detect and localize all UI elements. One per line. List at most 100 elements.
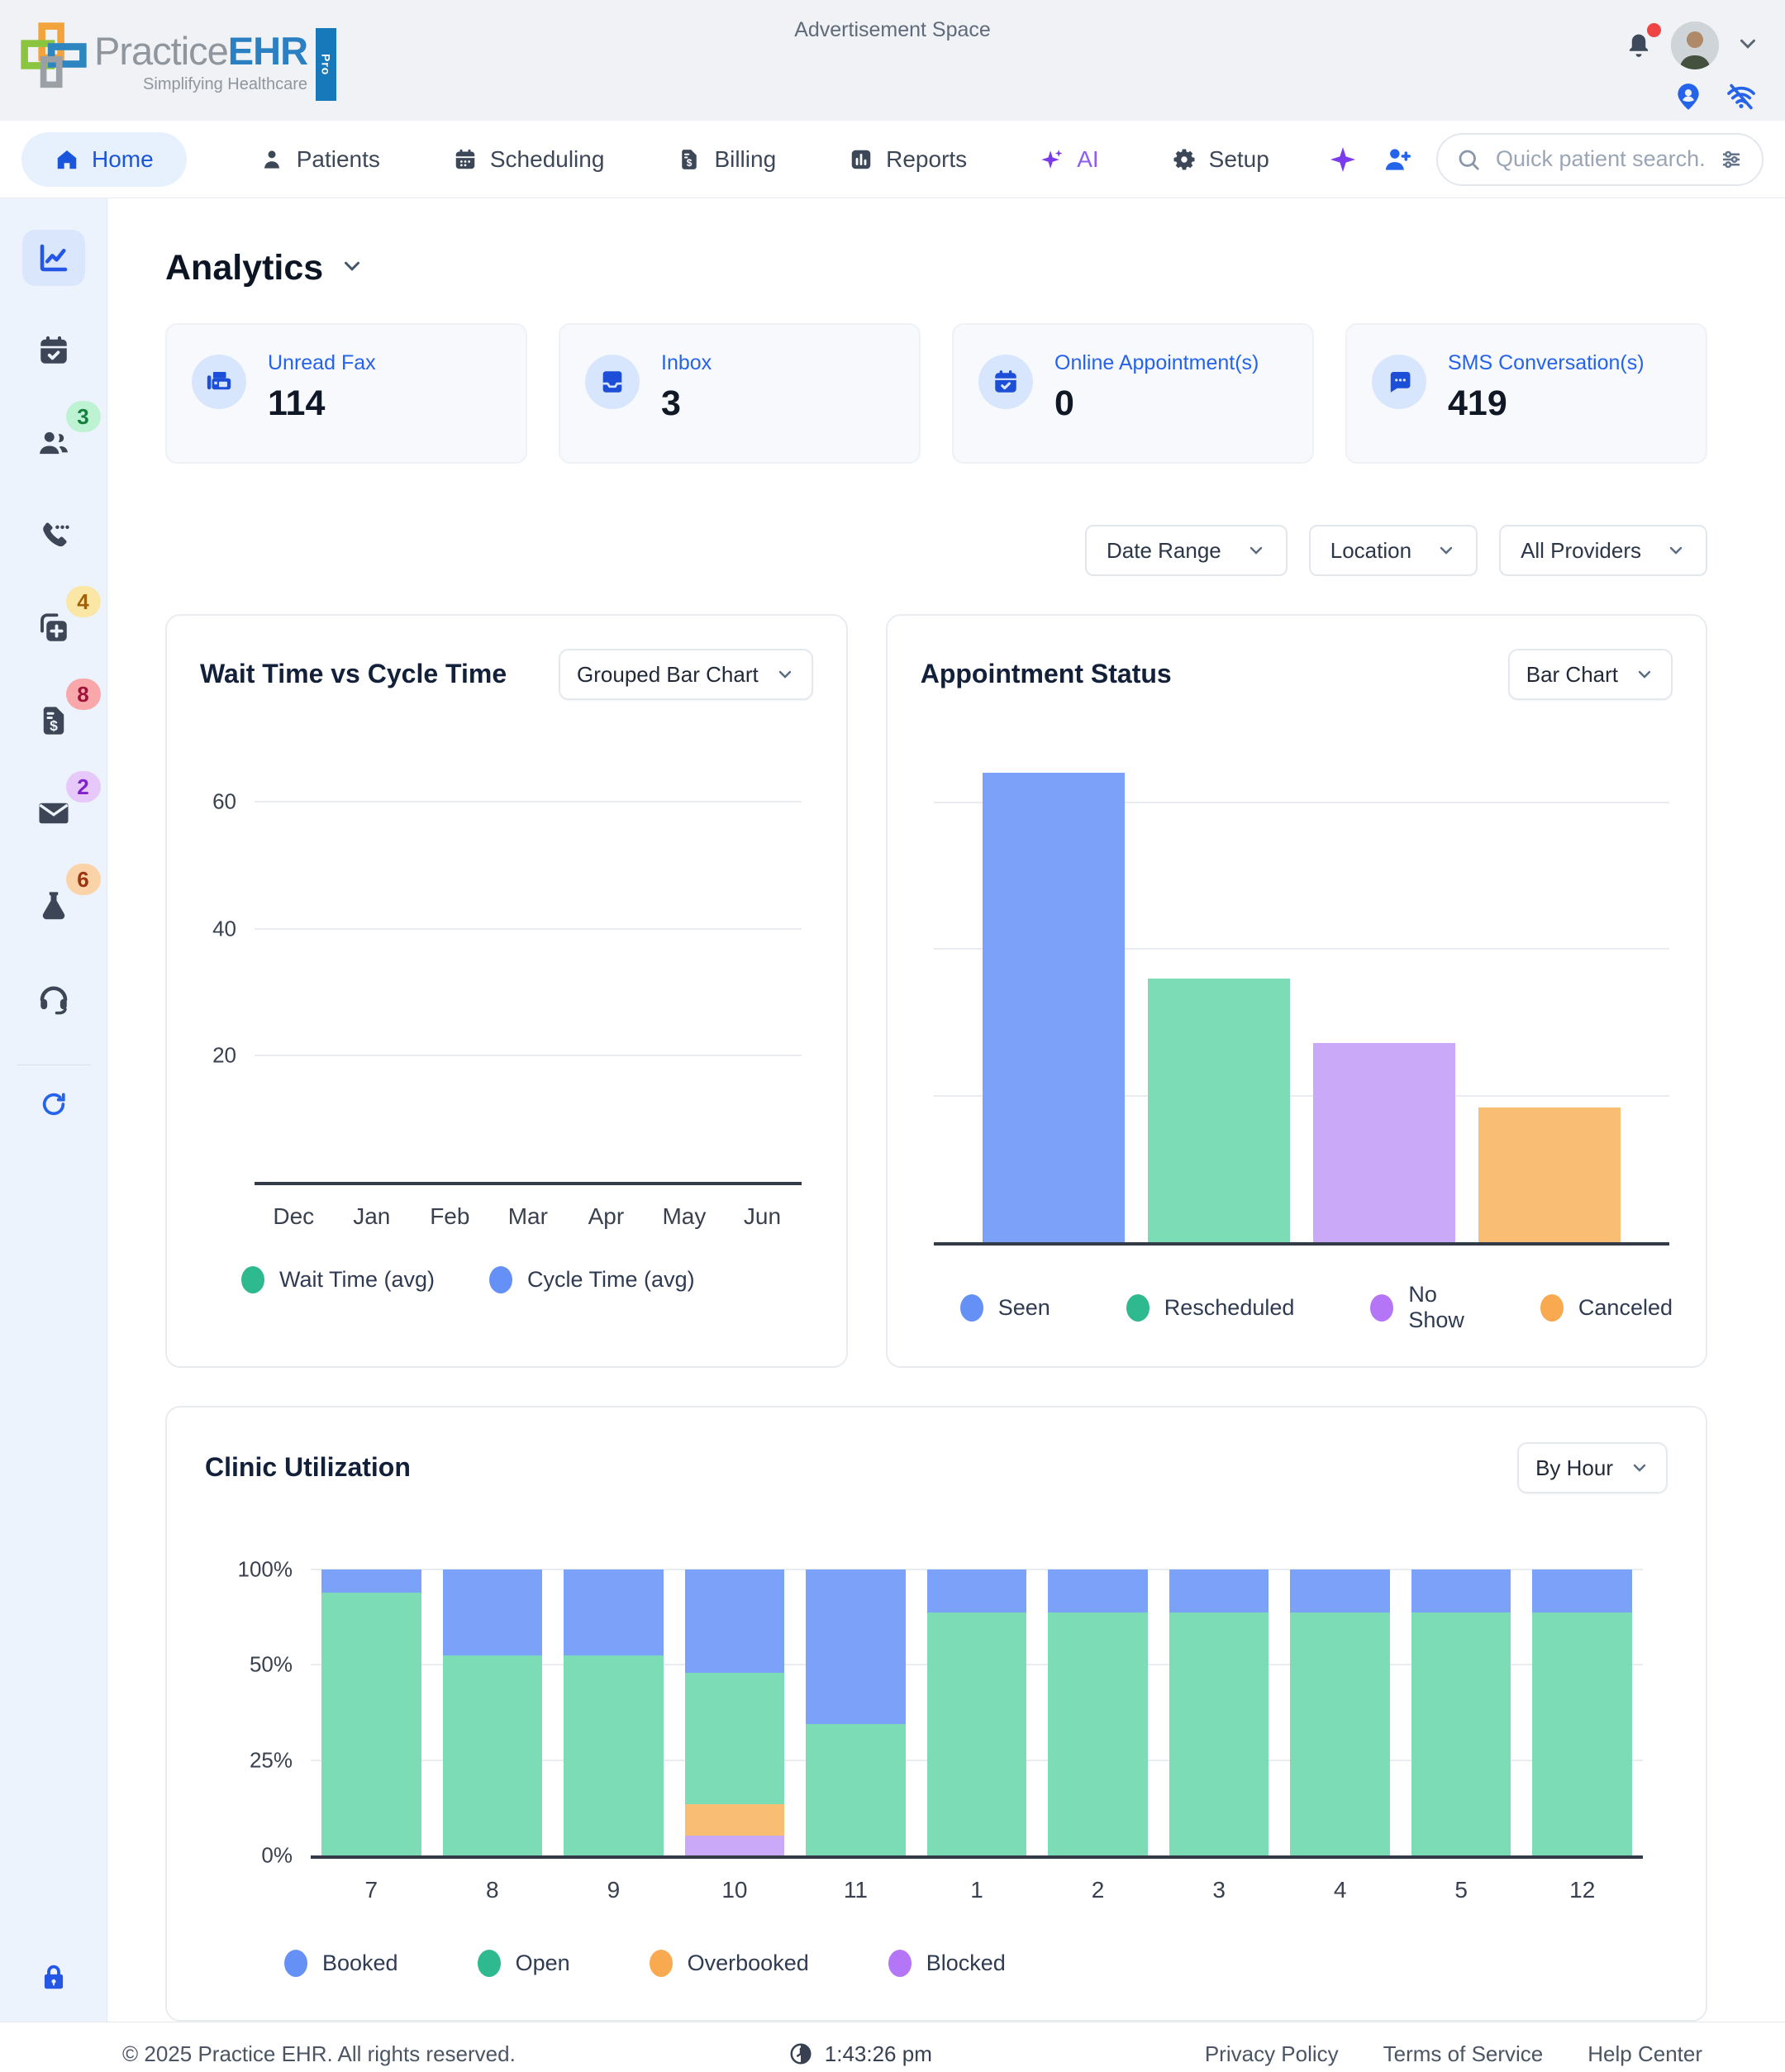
segment-open [927,1612,1027,1855]
bars-area [311,1569,1643,1855]
title-chevron-down-icon[interactable] [340,254,364,283]
segment-open [806,1724,906,1855]
segment-open [1169,1612,1269,1855]
patient-icon [259,147,284,172]
clinic-utilization-view-select[interactable]: By Hour [1517,1442,1668,1493]
stacked-bar-3 [1169,1569,1269,1855]
sidebar-item-calls[interactable] [22,507,85,564]
main-content: Analytics Unread Fax 114 [107,198,1785,2022]
appointment-status-view-select[interactable]: Bar Chart [1508,649,1673,700]
refresh-icon[interactable] [40,1090,68,1122]
nav-item-home[interactable]: Home [21,132,187,187]
nav-item-patients[interactable]: Patients [259,146,380,173]
nav-item-ai[interactable]: AI [1040,146,1098,173]
logo-text-ehr: EHR [228,29,307,73]
select-value: By Hour [1535,1455,1613,1481]
segment-booked [1290,1569,1390,1612]
practice-ehr-dashboard: Advertisement Space PracticeEHR Simplify… [0,0,1785,2072]
legend-item: No Show [1370,1282,1464,1333]
stat-label: Inbox [661,351,712,375]
wifi-off-icon[interactable] [1726,81,1757,112]
stacked-bar-12 [1532,1569,1632,1855]
segment-booked [1532,1569,1632,1612]
location-person-pin-icon[interactable] [1673,81,1704,112]
location-filter[interactable]: Location [1309,525,1478,576]
nav-label: Setup [1209,146,1269,173]
nav-label: Scheduling [490,146,605,173]
providers-filter[interactable]: All Providers [1499,525,1707,576]
notifications-bell-icon[interactable] [1623,28,1654,64]
pro-badge: Pro [316,28,336,101]
nav-label: AI [1077,146,1098,173]
x-tick-label: Feb [411,1203,489,1230]
sidebar-item-labs[interactable]: 6 [22,878,85,934]
segment-booked [685,1569,785,1673]
chevron-down-icon [1635,664,1654,684]
stat-value: 0 [1054,383,1259,424]
stat-card-online-appointments[interactable]: Online Appointment(s) 0 [952,323,1314,464]
chart-title: Clinic Utilization [205,1452,411,1483]
chart-title: Wait Time vs Cycle Time [200,659,507,689]
stat-value: 3 [661,383,712,424]
segment-booked [564,1569,664,1655]
nav-item-scheduling[interactable]: Scheduling [453,146,605,173]
date-range-filter[interactable]: Date Range [1085,525,1288,576]
legend-item: Wait Time (avg) [241,1266,435,1293]
brand-logo[interactable]: PracticeEHR Simplifying Healthcare Pro [18,20,336,101]
nav-item-setup[interactable]: Setup [1172,146,1269,173]
lock-icon[interactable] [38,1961,69,1997]
help-center-link[interactable]: Help Center [1587,2041,1702,2067]
stat-card-inbox[interactable]: Inbox 3 [559,323,921,464]
ai-sparkle-icon [1040,147,1064,172]
svg-text:$: $ [687,157,693,169]
search-input[interactable] [1494,145,1706,173]
stacked-bar-1 [927,1569,1027,1855]
sidebar-item-prescriptions[interactable]: 4 [22,600,85,656]
legend-dot [284,1950,307,1977]
add-patient-icon[interactable] [1382,144,1413,175]
legend-dot [888,1950,912,1977]
header-right-cluster [1623,21,1760,112]
ai-assistant-sparkle-icon[interactable] [1327,144,1359,175]
nav-item-reports[interactable]: Reports [849,146,967,173]
stacked-bar-4 [1290,1569,1390,1855]
calendar-check-icon [36,333,71,368]
terms-of-service-link[interactable]: Terms of Service [1383,2041,1544,2067]
gear-icon [1172,147,1197,172]
badge-count: 4 [66,586,101,617]
privacy-policy-link[interactable]: Privacy Policy [1205,2041,1339,2067]
nav-label: Home [92,146,154,173]
filter-sliders-icon[interactable] [1719,147,1744,172]
legend-item: Open [478,1950,570,1977]
legend-item: Overbooked [650,1950,809,1977]
chevron-down-icon [1246,541,1266,560]
stat-card-unread-fax[interactable]: Unread Fax 114 [165,323,527,464]
sidebar-item-patients[interactable]: 3 [22,415,85,471]
nav-item-billing[interactable]: $ Billing [677,146,776,173]
segment-open [564,1655,664,1855]
bars-area [934,750,1669,1242]
select-value: Grouped Bar Chart [577,662,759,688]
user-avatar[interactable] [1671,21,1719,69]
y-tick-label: 20 [212,1042,236,1068]
y-tick-label: 60 [212,789,236,815]
sidebar-item-analytics[interactable] [22,230,85,286]
profile-chevron-down-icon[interactable] [1735,31,1760,60]
bar-canceled [1478,1107,1621,1242]
sidebar-item-messages[interactable]: 2 [22,785,85,841]
sidebar-item-schedule[interactable] [22,322,85,379]
legend-label: Canceled [1578,1295,1673,1321]
legend-label: Booked [322,1951,398,1976]
segment-booked [321,1569,421,1593]
sidebar-item-support[interactable] [22,970,85,1026]
y-tick-label: 25% [250,1747,293,1773]
stacked-bar-5 [1411,1569,1511,1855]
segment-booked [1169,1569,1269,1612]
logo-text-practice: Practice [94,29,228,73]
inbox-icon [585,355,640,409]
segment-booked [443,1569,543,1655]
wait-cycle-plot: 204060 [255,751,802,1185]
sidebar-item-billing[interactable]: $ 8 [22,693,85,749]
stat-card-sms-conversations[interactable]: SMS Conversation(s) 419 [1345,323,1707,464]
wait-cycle-view-select[interactable]: Grouped Bar Chart [559,649,813,700]
